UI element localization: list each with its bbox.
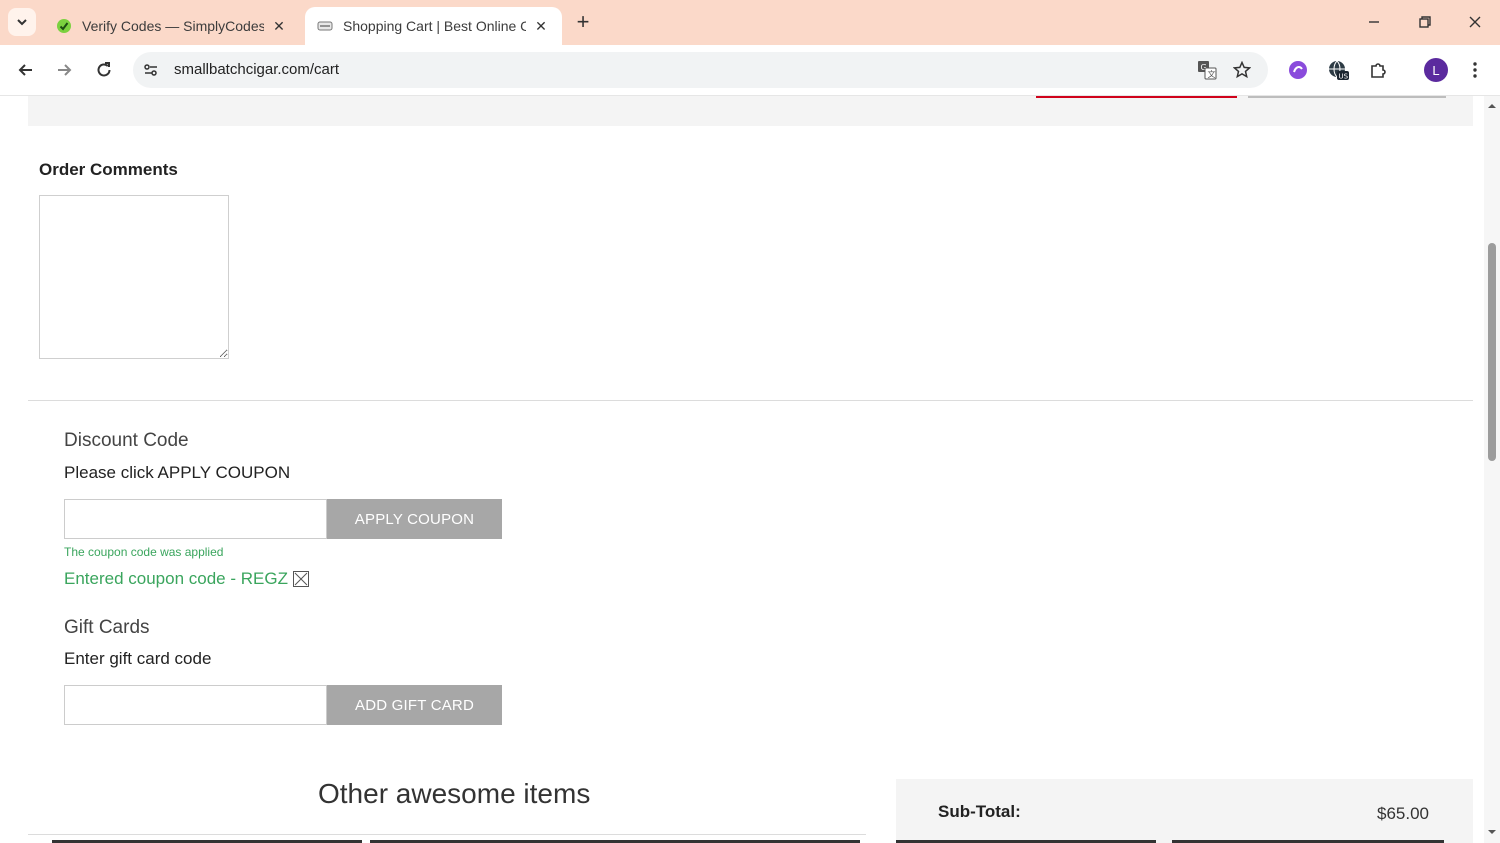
tab-search-button[interactable] (8, 8, 36, 36)
profile-avatar[interactable]: L (1424, 58, 1448, 82)
close-window-button[interactable] (1463, 10, 1487, 34)
discount-code-instruction: Please click APPLY COUPON (64, 463, 291, 482)
tab-title: Verify Codes — SimplyCodes (82, 18, 264, 34)
scroll-up-arrow-icon[interactable] (1487, 101, 1497, 111)
close-tab-icon[interactable]: ✕ (532, 18, 550, 35)
inactive-step-indicator (1248, 96, 1446, 98)
more-vert-icon (1473, 62, 1477, 78)
svg-text:文: 文 (1208, 69, 1216, 79)
scrollbar-thumb[interactable] (1488, 243, 1496, 461)
chevron-down-icon (17, 19, 27, 26)
gift-card-instruction: Enter gift card code (64, 649, 212, 668)
minimize-window-button[interactable] (1362, 10, 1386, 34)
cart-page-content: Order Comments Discount Code Please clic… (0, 96, 1484, 843)
close-tab-icon[interactable]: ✕ (270, 18, 288, 35)
vpn-extension-button[interactable]: US (1326, 58, 1350, 82)
order-comments-title: Order Comments (39, 160, 178, 179)
other-items-divider (28, 834, 866, 835)
browser-tab-strip: Verify Codes — SimplyCodes ✕ Shopping Ca… (0, 0, 1500, 45)
restore-window-button[interactable] (1413, 10, 1437, 34)
browser-menu-button[interactable] (1463, 58, 1487, 82)
entered-coupon-code: Entered coupon code - REGZ (64, 569, 309, 589)
url-text: smallbatchcigar.com/cart (174, 61, 340, 78)
scroll-down-arrow-icon[interactable] (1487, 827, 1497, 837)
back-button[interactable] (13, 57, 39, 83)
close-icon (1469, 16, 1481, 28)
active-step-indicator (1036, 96, 1237, 98)
site-settings-icon[interactable] (143, 62, 159, 78)
section-divider (28, 400, 1473, 401)
subtotal-value: $65.00 (1377, 804, 1429, 823)
order-comments-textarea[interactable] (39, 195, 229, 359)
browser-toolbar: smallbatchcigar.com/cart G 文 US (0, 45, 1500, 96)
arrow-left-icon (18, 64, 32, 76)
order-summary: Sub-Total: $65.00 (896, 779, 1473, 843)
other-items-title: Other awesome items (318, 778, 591, 809)
tab-simplycodes[interactable]: Verify Codes — SimplyCodes ✕ (44, 7, 300, 45)
minimize-icon (1369, 21, 1379, 23)
address-bar[interactable]: smallbatchcigar.com/cart G 文 (133, 52, 1268, 88)
apply-coupon-button[interactable]: APPLY COUPON (327, 499, 502, 539)
coupon-code-input[interactable] (64, 499, 327, 539)
gift-cards-title: Gift Cards (64, 617, 150, 638)
coupon-applied-message: The coupon code was applied (64, 545, 224, 559)
globe-icon: US (1329, 60, 1349, 81)
reload-button[interactable] (91, 57, 117, 83)
extension-icon[interactable] (1286, 58, 1310, 82)
tab-title: Shopping Cart | Best Online Cig (343, 18, 526, 34)
page-scrollbar[interactable] (1484, 96, 1500, 843)
reload-icon (97, 62, 111, 77)
bookmark-star-icon[interactable] (1233, 61, 1251, 79)
vpn-badge: US (1339, 73, 1349, 81)
extensions-button[interactable] (1366, 58, 1390, 82)
tab-shopping-cart[interactable]: Shopping Cart | Best Online Cig ✕ (305, 7, 562, 45)
entered-coupon-code-text: Entered coupon code - REGZ (64, 569, 288, 588)
puzzle-icon (1371, 63, 1386, 78)
discount-code-title: Discount Code (64, 430, 189, 451)
subtotal-label: Sub-Total: (938, 802, 1021, 821)
purple-extension-icon (1289, 61, 1307, 79)
add-gift-card-button[interactable]: ADD GIFT CARD (327, 685, 502, 725)
cart-header-bar (28, 96, 1473, 126)
gift-card-input[interactable] (64, 685, 327, 725)
restore-icon (1419, 16, 1431, 28)
translate-icon[interactable]: G 文 (1197, 60, 1217, 80)
forward-button[interactable] (51, 57, 77, 83)
simplycodes-favicon-icon (57, 19, 71, 33)
new-tab-button[interactable]: + (571, 11, 595, 35)
remove-coupon-icon[interactable] (292, 571, 309, 587)
cigar-favicon-icon (317, 21, 333, 31)
arrow-right-icon (58, 64, 72, 76)
